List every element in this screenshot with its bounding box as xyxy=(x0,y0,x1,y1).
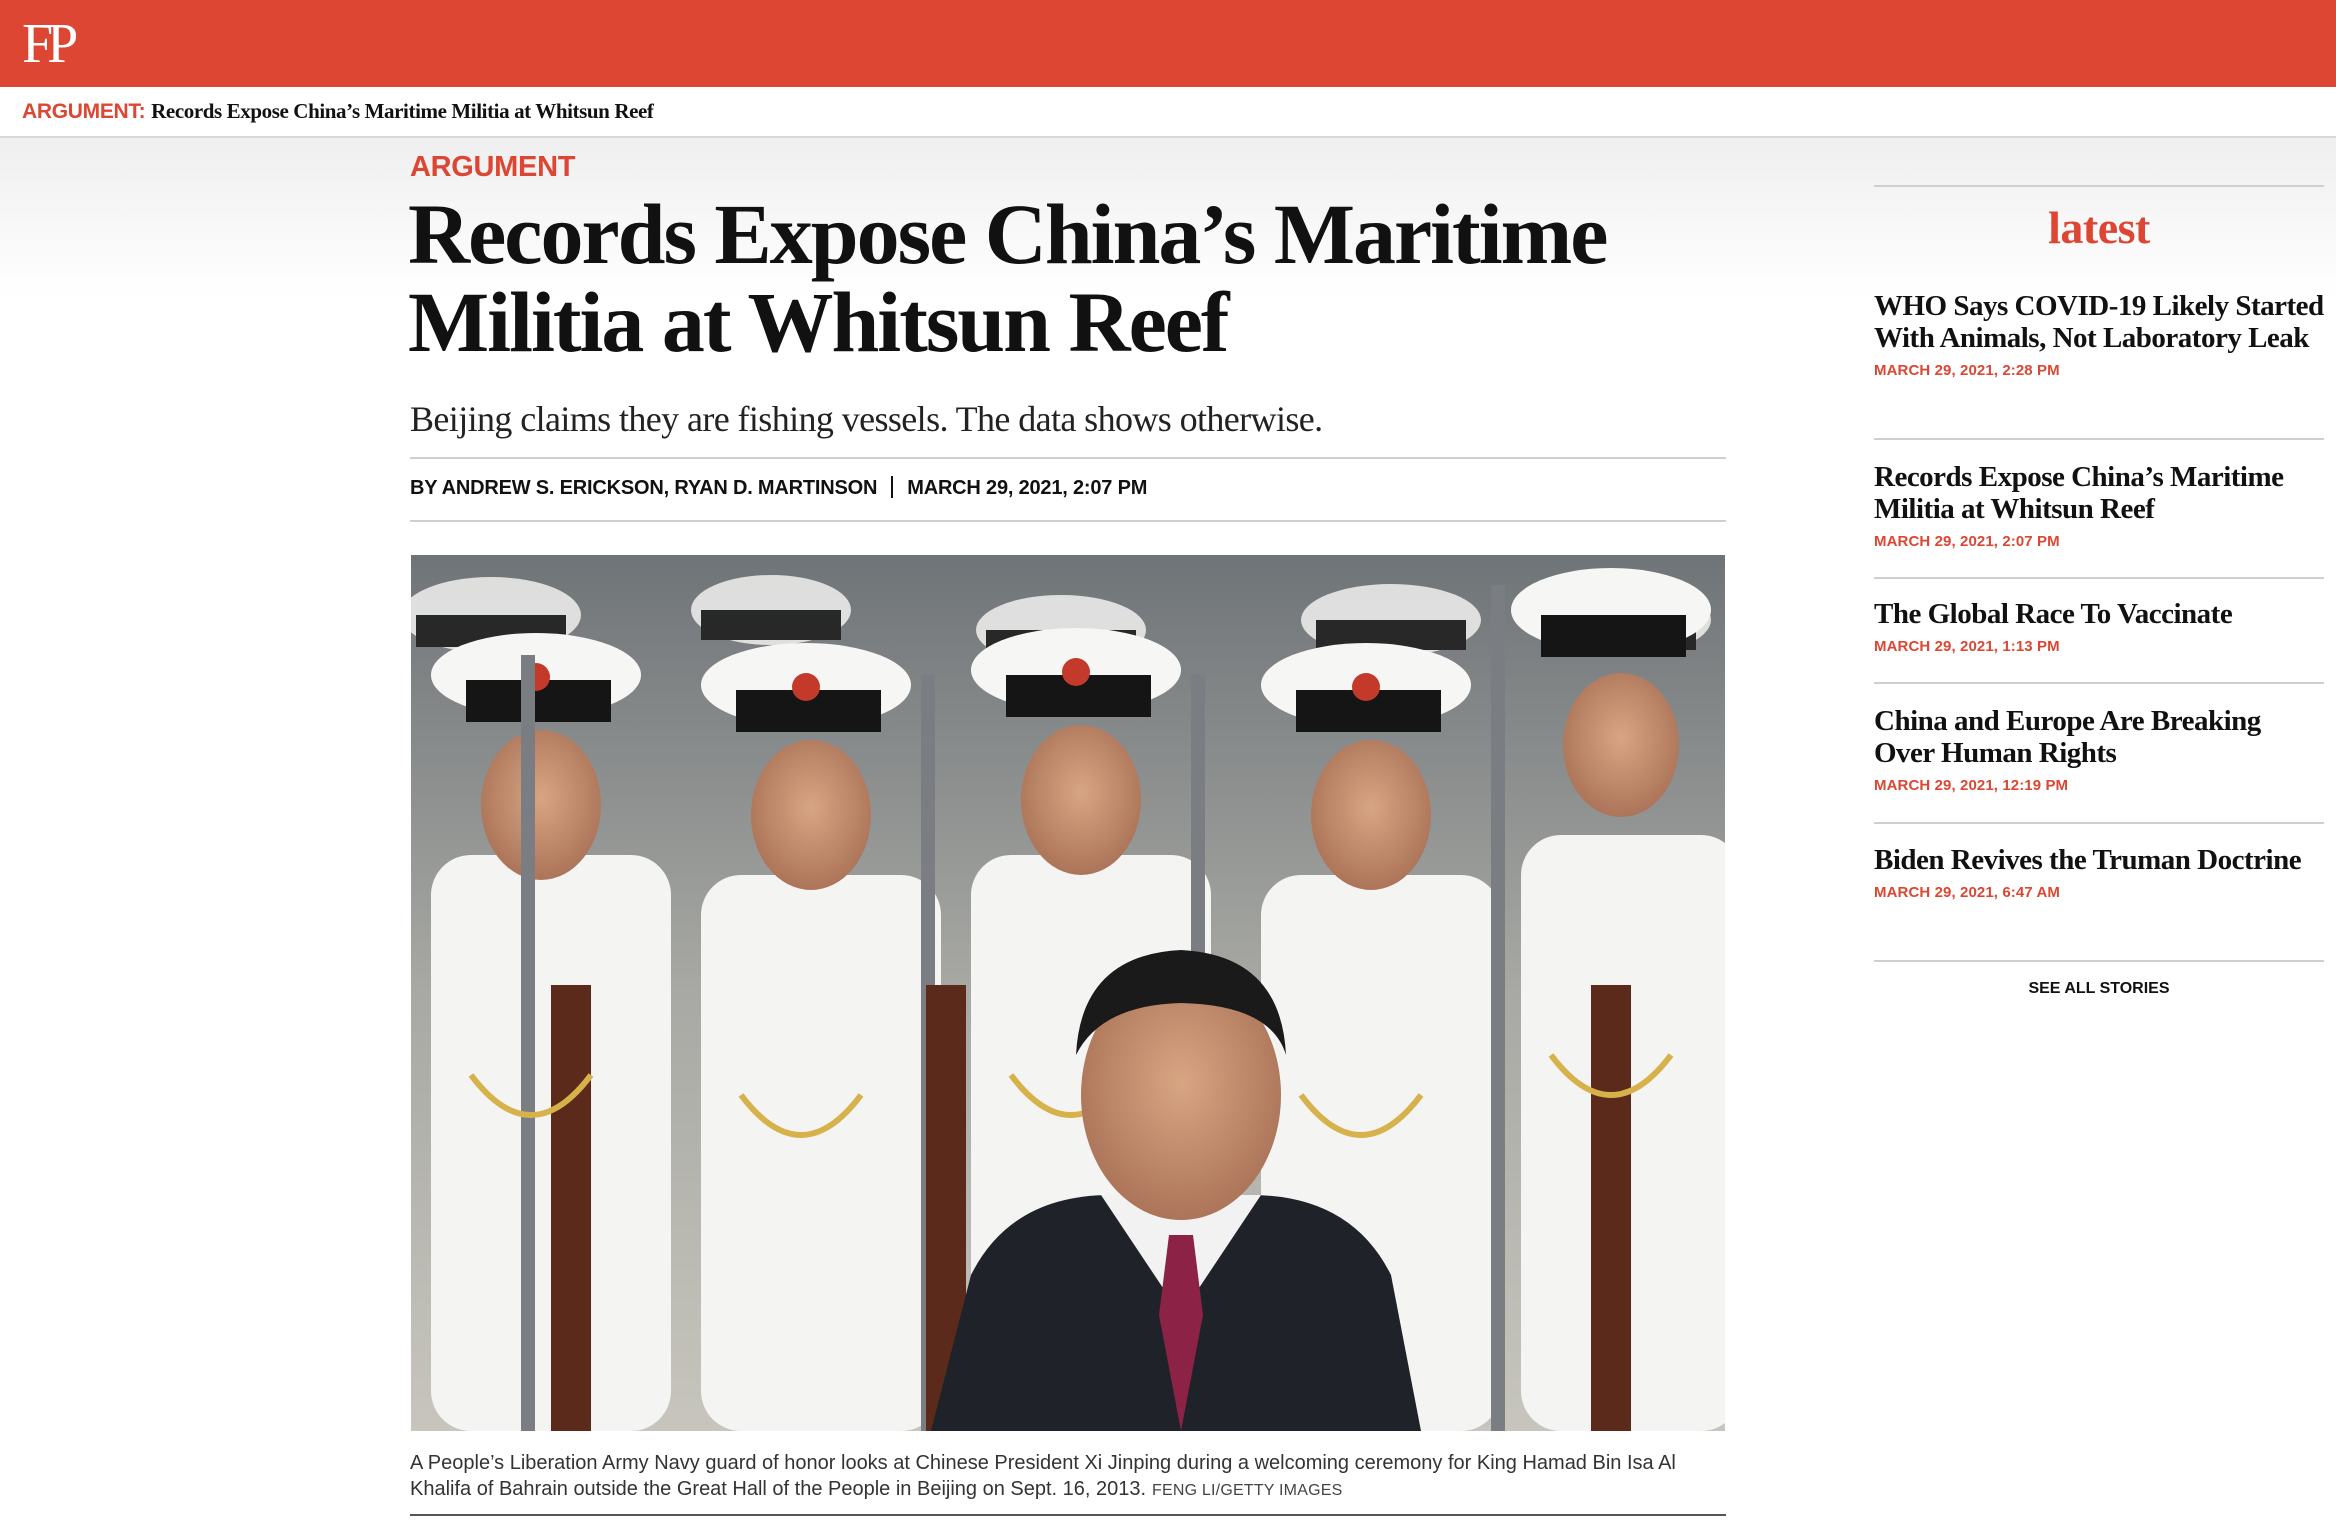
sidebar-divider xyxy=(1874,960,2324,962)
byline-authors[interactable]: BY ANDREW S. ERICKSON, RYAN D. MARTINSON xyxy=(410,477,877,499)
latest-story[interactable]: Records Expose China’s Maritime Militia … xyxy=(1874,461,2324,550)
divider xyxy=(410,520,1726,522)
latest-story-date: MARCH 29, 2021, 2:28 PM xyxy=(1874,362,2060,379)
latest-story-date: MARCH 29, 2021, 2:07 PM xyxy=(1874,533,2060,550)
latest-story-title[interactable]: Records Expose China’s Maritime Militia … xyxy=(1874,461,2324,525)
caption-text: A People’s Liberation Army Navy guard of… xyxy=(410,1452,1676,1500)
breadcrumb[interactable]: ARGUMENT: Records Expose China’s Maritim… xyxy=(22,99,654,124)
site-header: FP xyxy=(0,0,2336,87)
latest-story-title[interactable]: Biden Revives the Truman Doctrine xyxy=(1874,844,2324,876)
latest-story-date: MARCH 29, 2021, 12:19 PM xyxy=(1874,777,2069,794)
article-byline: BY ANDREW S. ERICKSON, RYAN D. MARTINSON… xyxy=(410,476,1147,500)
sidebar-heading: latest xyxy=(2048,202,2150,253)
sidebar-divider xyxy=(1874,438,2324,440)
divider xyxy=(410,1514,1726,1516)
sidebar-divider xyxy=(1874,822,2324,824)
hero-image xyxy=(411,555,1725,1431)
breadcrumb-kicker[interactable]: ARGUMENT: xyxy=(22,100,146,123)
latest-story-date: MARCH 29, 2021, 6:47 AM xyxy=(1874,884,2060,901)
sticky-breadcrumb: ARGUMENT: Records Expose China’s Maritim… xyxy=(0,87,2336,138)
latest-story-date: MARCH 29, 2021, 1:13 PM xyxy=(1874,638,2060,655)
article-dek: Beijing claims they are fishing vessels.… xyxy=(410,399,1323,439)
image-caption: A People’s Liberation Army Navy guard of… xyxy=(410,1450,1730,1504)
sidebar-divider xyxy=(1874,682,2324,684)
article-date: MARCH 29, 2021, 2:07 PM xyxy=(907,477,1148,499)
latest-story-title[interactable]: The Global Race To Vaccinate xyxy=(1874,598,2324,630)
latest-story-title[interactable]: China and Europe Are Breaking Over Human… xyxy=(1874,705,2324,769)
divider xyxy=(410,457,1726,459)
see-all-stories-link[interactable]: SEE ALL STORIES xyxy=(1874,980,2324,998)
sidebar-divider xyxy=(1874,185,2324,187)
sidebar-divider xyxy=(1874,577,2324,579)
breadcrumb-title: Records Expose China’s Maritime Militia … xyxy=(151,99,654,123)
image-credit: FENG LI/GETTY IMAGES xyxy=(1152,1482,1343,1499)
byline-separator xyxy=(891,476,894,498)
latest-story[interactable]: China and Europe Are Breaking Over Human… xyxy=(1874,705,2324,794)
page-title: Records Expose China’s Maritime Militia … xyxy=(408,186,1608,370)
latest-story[interactable]: Biden Revives the Truman Doctrine MARCH … xyxy=(1874,844,2324,901)
fp-logo[interactable]: FP xyxy=(22,14,78,74)
latest-story[interactable]: The Global Race To Vaccinate MARCH 29, 2… xyxy=(1874,598,2324,655)
latest-story[interactable]: WHO Says COVID-19 Likely Started With An… xyxy=(1874,290,2324,379)
article-kicker[interactable]: ARGUMENT xyxy=(410,151,575,184)
latest-story-title[interactable]: WHO Says COVID-19 Likely Started With An… xyxy=(1874,290,2324,354)
